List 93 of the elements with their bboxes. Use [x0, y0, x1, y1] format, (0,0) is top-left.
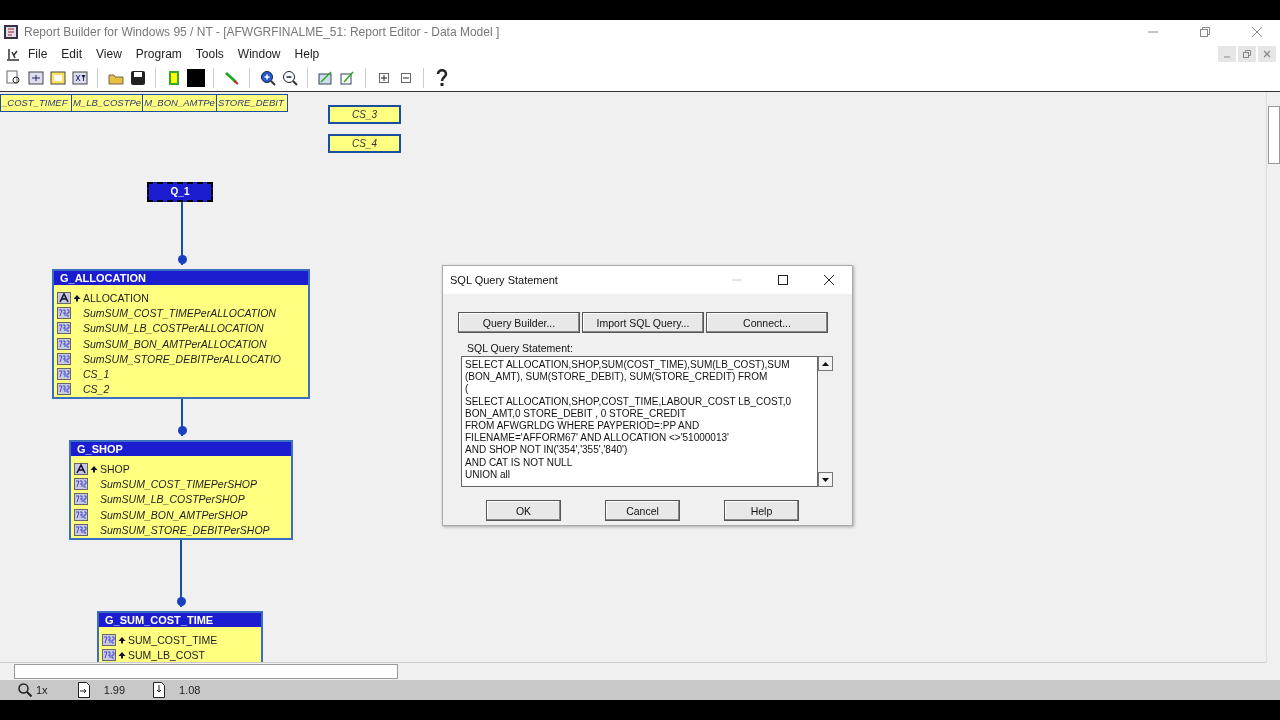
scroll-down-button[interactable]	[818, 472, 833, 487]
column-header: M_LB_COSTPe	[71, 94, 144, 112]
window-title: Report Builder for Windows 95 / NT - [AFWGRFINALME_51: Report Editor - Data Model ]	[24, 25, 501, 39]
up-arrow-icon	[822, 361, 829, 366]
menu-item[interactable]: Tools	[189, 47, 230, 61]
menu-item[interactable]: Program	[129, 47, 188, 61]
column-name: ALLOCATION	[83, 291, 149, 304]
zoom-icon	[18, 683, 32, 697]
dialog-button[interactable]: Connect...	[706, 312, 828, 333]
group-node[interactable]: G_ALLOCATION ALLOCATION SumSUM_COST_TIMEPerALLOCATION SumSUM_LB_COSTPerALLOCATION SumSUM_BON_AMTPerALLOCATION SumSUM_STORE_DEBITPerALLOCATIO CS_1 CS_2	[52, 269, 310, 399]
column-name: SUM_COST_TIME	[128, 633, 218, 646]
stop-icon[interactable]	[186, 68, 205, 87]
number-type-icon	[74, 508, 88, 521]
column-name: CS_1	[83, 368, 110, 381]
menu-item[interactable]: View	[90, 47, 128, 61]
vertical-scrollbar[interactable]	[1266, 92, 1280, 662]
number-type-icon	[57, 306, 71, 319]
dialog-button[interactable]: Help	[724, 500, 799, 521]
maximize-icon	[778, 275, 788, 285]
column-name: SumSUM_COST_TIMEPerALLOCATION	[83, 306, 276, 319]
close-icon	[1263, 50, 1271, 58]
link-dot	[176, 597, 186, 606]
column-name: SumSUM_LB_COSTPerSHOP	[100, 493, 245, 506]
link-dot	[177, 255, 187, 264]
dialog-button[interactable]: Query Builder...	[458, 312, 580, 333]
data-model-icon[interactable]	[26, 68, 45, 87]
number-type-icon	[102, 648, 116, 661]
restore-button[interactable]	[1238, 46, 1256, 62]
number-type-icon	[102, 633, 116, 646]
column-name: SumSUM_LB_COSTPerALLOCATION	[83, 322, 264, 335]
menu-item[interactable]: File	[22, 47, 54, 61]
number-type-icon	[74, 493, 88, 506]
dialog-button[interactable]: OK	[486, 500, 561, 521]
break-arrow-icon	[90, 464, 98, 473]
close-icon	[1252, 27, 1262, 37]
column-name: SumSUM_COST_TIMEPerSHOP	[100, 477, 257, 490]
restore-icon	[1200, 27, 1210, 37]
restore-icon	[1243, 50, 1251, 58]
number-type-icon	[57, 368, 71, 381]
column-header: _COST_TIMEF	[0, 94, 72, 112]
zoom-in-icon[interactable]	[258, 68, 277, 87]
column-header: STORE_DEBIT	[215, 94, 288, 112]
edit-chart-icon[interactable]	[316, 68, 335, 87]
app-icon	[4, 25, 18, 39]
page-right-icon	[77, 682, 90, 698]
chart-icon[interactable]	[70, 68, 89, 87]
number-type-icon	[57, 383, 71, 396]
group-title: G_SHOP	[71, 442, 291, 456]
close-button[interactable]	[1258, 46, 1276, 62]
dialog-button[interactable]: Import SQL Query...	[582, 312, 704, 333]
number-type-icon	[57, 322, 71, 335]
menu-item[interactable]: Edit	[55, 47, 89, 61]
save-icon[interactable]	[128, 68, 147, 87]
report-wizard-icon[interactable]	[4, 68, 23, 87]
field-label: SQL Query Statement:	[467, 342, 574, 354]
column-name: SumSUM_BON_AMTPerALLOCATION	[83, 337, 267, 350]
zoom-level: 1x	[36, 684, 48, 696]
column-name: SUM_LB_COST	[128, 648, 206, 661]
column-name: SumSUM_BON_AMTPerSHOP	[100, 508, 248, 521]
number-type-icon	[74, 523, 88, 536]
status-value: 1.08	[179, 684, 201, 696]
close-icon	[824, 275, 834, 285]
column-name: SHOP	[100, 462, 130, 475]
number-type-icon	[57, 352, 71, 365]
horizontal-scrollbar[interactable]	[0, 662, 1266, 680]
dialog-button[interactable]: Cancel	[605, 500, 680, 521]
column-name: CS_2	[83, 383, 110, 396]
menu-item[interactable]: Window	[231, 47, 287, 61]
column-header: M_BON_AMTPe	[142, 94, 217, 112]
column-name: SumSUM_STORE_DEBITPerSHOP	[100, 523, 270, 536]
document-icon	[6, 47, 20, 61]
text-type-icon	[74, 462, 88, 475]
group-node[interactable]: G_SUM_COST_TIME SUM_COST_TIME SUM_LB_COST	[97, 611, 263, 662]
group-title: G_SUM_COST_TIME	[99, 613, 261, 627]
column-name: SumSUM_STORE_DEBITPerALLOCATIO	[83, 352, 281, 365]
menu-item[interactable]: Help	[288, 47, 326, 61]
text-type-icon	[57, 291, 71, 304]
query-node[interactable]: Q_1	[147, 182, 213, 202]
group-node[interactable]: G_SHOP SHOP SumSUM_COST_TIMEPerSHOP SumSUM_LB_COSTPerSHOP SumSUM_BON_AMTPerSHOP SumSUM_STORE_DEBITPerSHOP	[69, 440, 293, 540]
link-dot	[177, 426, 187, 435]
status-value: 1.99	[103, 684, 126, 696]
formula-column: CS_4	[328, 134, 401, 153]
zoom-out-icon[interactable]	[280, 68, 299, 87]
page-down-icon	[153, 682, 166, 698]
formula-column: CS_3	[328, 105, 401, 124]
down-arrow-icon	[822, 477, 829, 482]
number-type-icon	[74, 477, 88, 490]
break-arrow-icon	[73, 293, 81, 302]
sql-text-field[interactable]: SELECT ALLOCATION,SHOP,SUM(COST_TIME),SUM(LB_COST),SUM (BON_AMT), SUM(STORE_DEBIT), SUM(STORE_CREDIT) FROM ( SELECT ALLOCATION,SHOP,COST_TIME,LABOUR_COST LB_COST,0 BON_AMT,0 STORE_DEBIT , 0 STORE_CREDIT FROM AFWGRLDG WHERE PAYPERIOD=:PP AND FILENAME='AFFORM67' AND ALLOCATION <>'51000013' AND SHOP NOT IN('354','355','840') AND CAT IS NOT NULL UNION all	[461, 356, 818, 487]
group-title: G_ALLOCATION	[54, 271, 308, 285]
scroll-up-button[interactable]	[818, 356, 833, 371]
number-type-icon	[57, 337, 71, 350]
dialog-title: SQL Query Statement	[450, 274, 559, 286]
